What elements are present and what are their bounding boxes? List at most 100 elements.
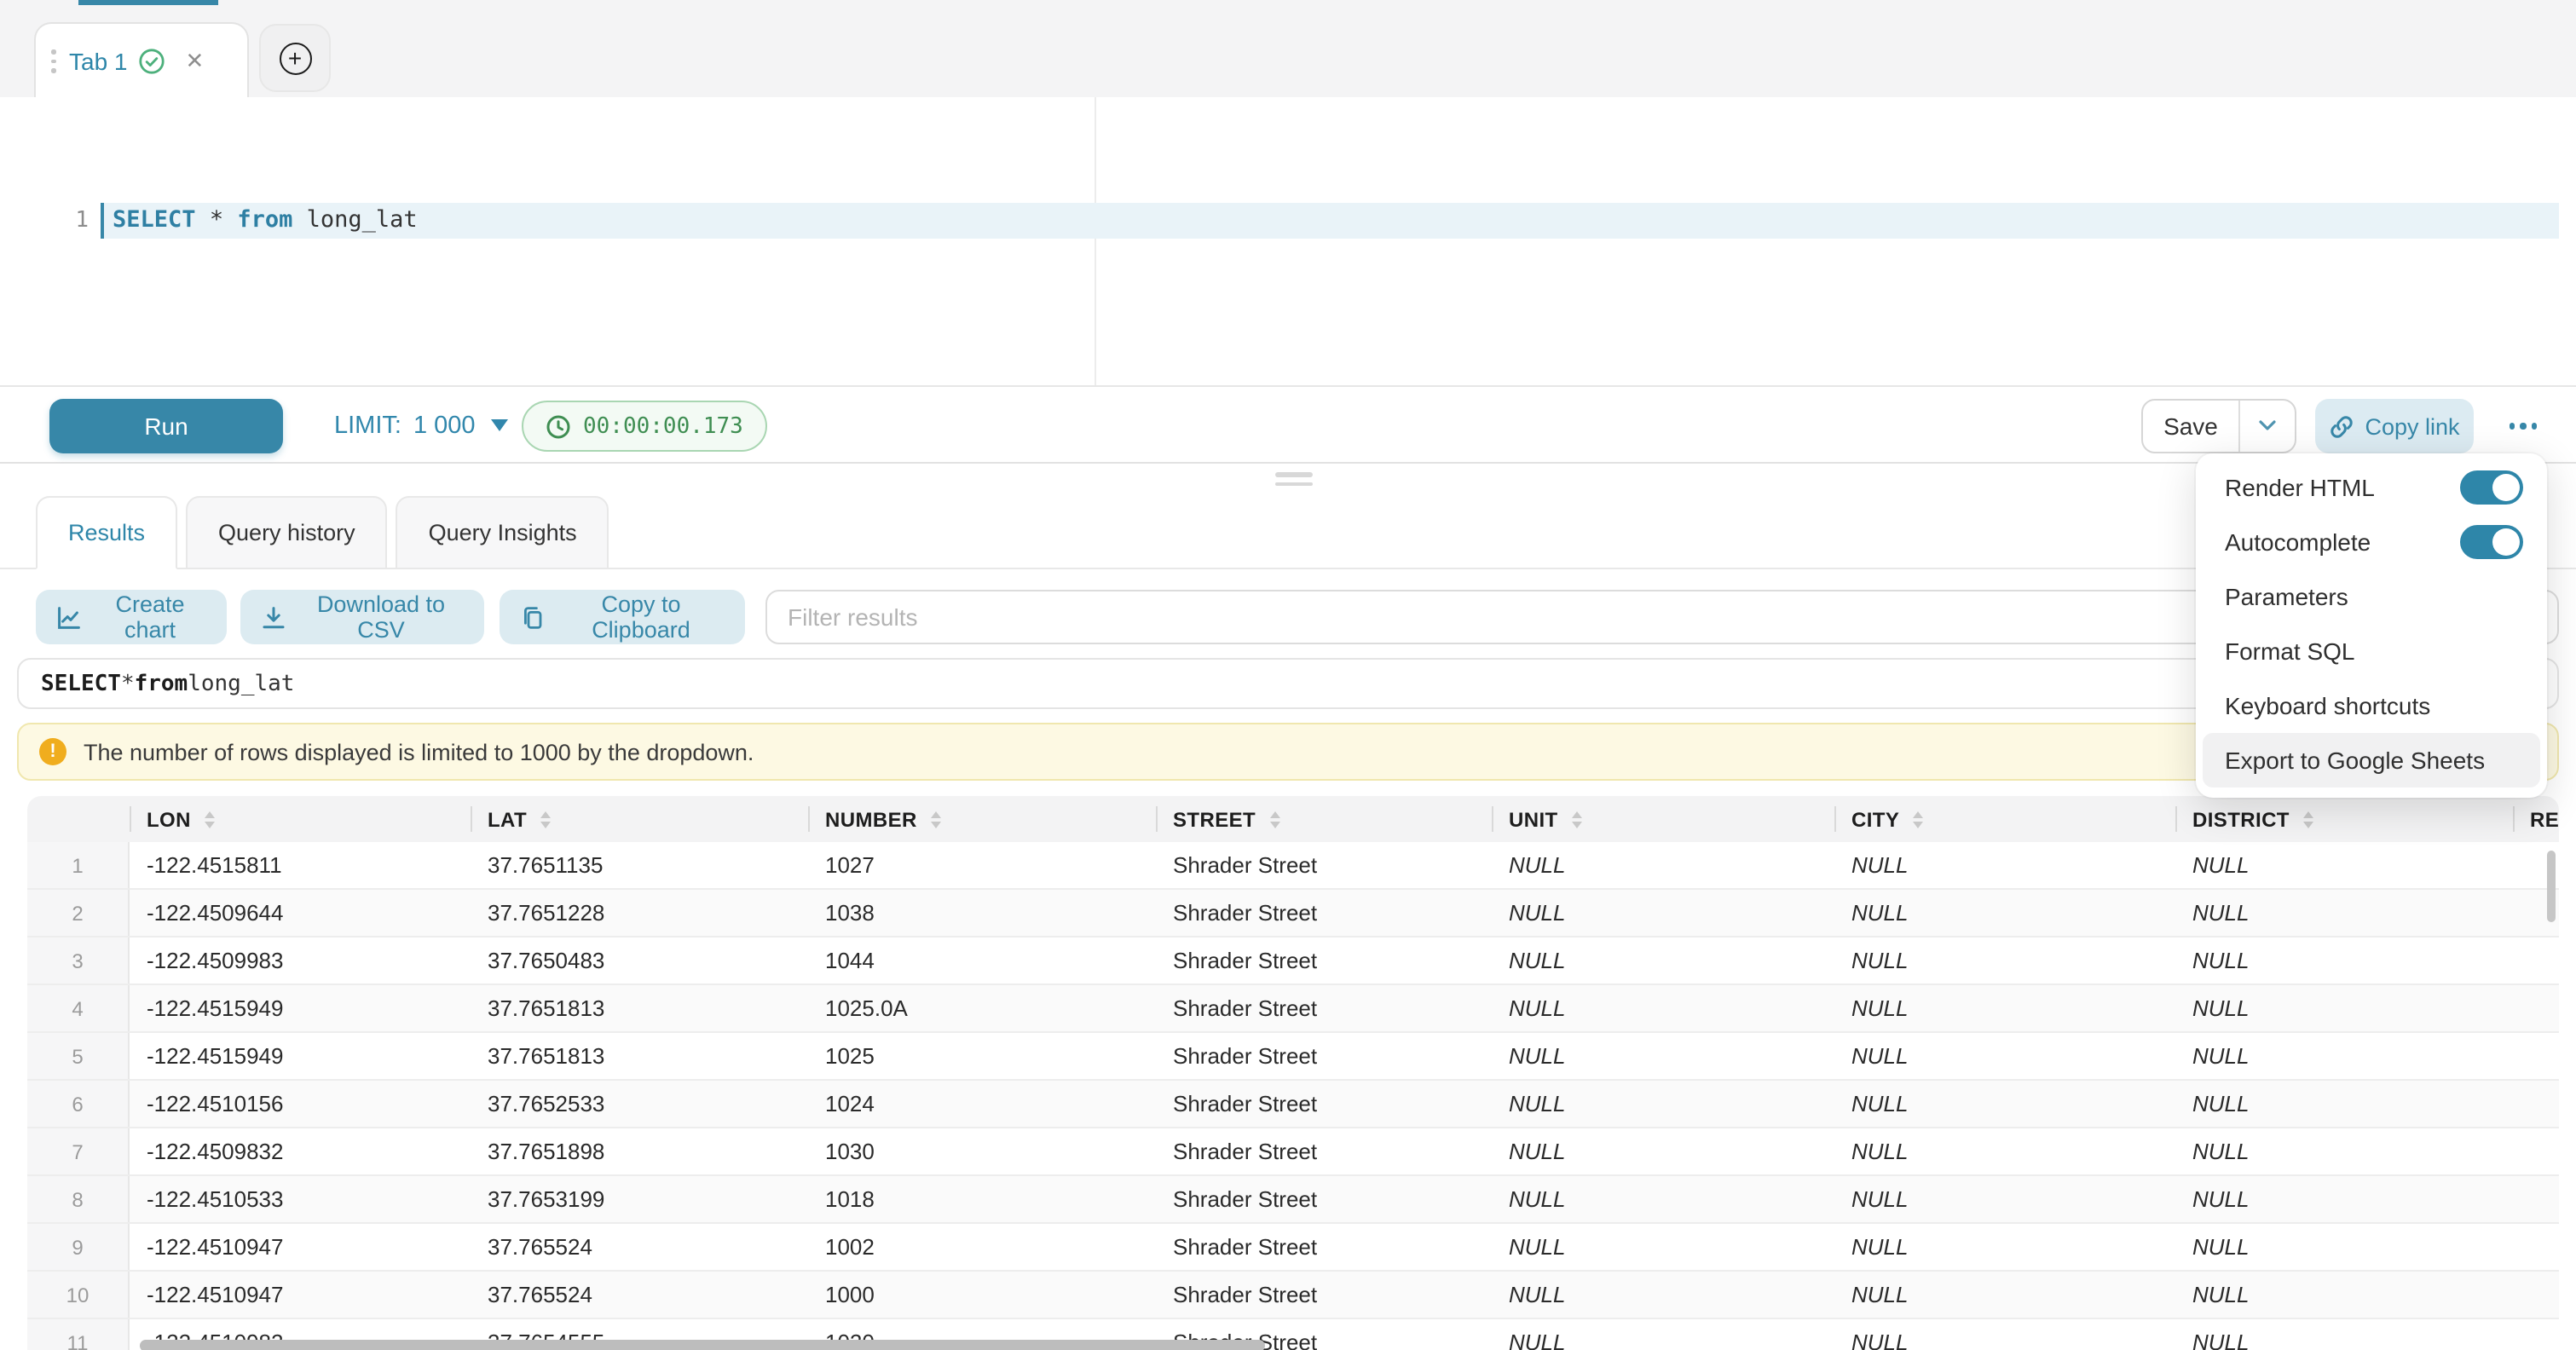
table-row[interactable]: 9-122.451094737.7655241002Shrader Street… (27, 1224, 2559, 1272)
table-header-row: LON LAT NUMBER STREET UNIT CITY DISTRICT… (27, 796, 2559, 842)
row-index: 7 (27, 1128, 130, 1174)
cell-number: 1000 (808, 1272, 1156, 1318)
vertical-scrollbar[interactable] (2547, 851, 2556, 922)
column-header-street[interactable]: STREET (1156, 796, 1492, 842)
table-row[interactable]: 3-122.450998337.76504831044Shrader Stree… (27, 938, 2559, 985)
cell-street: Shrader Street (1156, 1176, 1492, 1222)
cell-city: NULL (1834, 890, 2175, 936)
tab-drag-handle-icon[interactable] (51, 50, 55, 73)
new-tab-button[interactable]: + (259, 24, 331, 92)
warning-icon: ! (39, 738, 66, 765)
cell-re (2513, 938, 2559, 984)
column-header-number[interactable]: NUMBER (808, 796, 1156, 842)
sql-preview-bar: SELECT * from long_lat (17, 658, 2559, 709)
copy-clipboard-button[interactable]: Copy to Clipboard (500, 590, 745, 644)
menu-item-export-google-sheets[interactable]: Export to Google Sheets (2203, 733, 2540, 788)
sort-icon[interactable] (1572, 811, 1582, 828)
save-split-button: Save (2141, 399, 2296, 453)
chevron-down-icon (2257, 419, 2278, 433)
editor-cursor (101, 203, 104, 239)
save-button[interactable]: Save (2143, 401, 2238, 452)
copy-link-button[interactable]: Copy link (2315, 399, 2474, 453)
sort-icon[interactable] (205, 811, 215, 828)
cell-street: Shrader Street (1156, 1272, 1492, 1318)
cell-street: Shrader Street (1156, 1128, 1492, 1174)
autocomplete-toggle[interactable] (2460, 525, 2523, 559)
column-header-district[interactable]: DISTRICT (2175, 796, 2513, 842)
tab-results[interactable]: Results (36, 496, 177, 569)
cell-district: NULL (2175, 890, 2513, 936)
cell-street: Shrader Street (1156, 938, 1492, 984)
table-row[interactable]: 5-122.451594937.76518131025Shrader Stree… (27, 1033, 2559, 1081)
query-duration-badge: 00:00:00.173 (522, 401, 767, 452)
row-index: 6 (27, 1081, 130, 1127)
sql-code-editor[interactable]: 1 SELECT * from long_lat (0, 97, 2576, 385)
menu-item-parameters[interactable]: Parameters (2196, 569, 2547, 624)
cell-unit: NULL (1492, 985, 1834, 1031)
column-header-city[interactable]: CITY (1834, 796, 2175, 842)
table-row[interactable]: 10-122.451094737.7655241000Shrader Stree… (27, 1272, 2559, 1319)
tab-title: Tab 1 (69, 48, 128, 75)
cell-city: NULL (1834, 1033, 2175, 1079)
cell-street: Shrader Street (1156, 1033, 1492, 1079)
cell-city: NULL (1834, 1176, 2175, 1222)
editor-tab-strip: Tab 1 ✕ + (0, 0, 2576, 97)
panel-resize-handle[interactable] (1275, 472, 1313, 486)
cell-lat: 37.7651813 (471, 1033, 808, 1079)
chevron-down-icon (491, 419, 508, 431)
cell-number: 1038 (808, 890, 1156, 936)
cell-city: NULL (1834, 938, 2175, 984)
cell-re (2513, 1176, 2559, 1222)
tab-saved-check-icon (138, 48, 165, 75)
table-row[interactable]: 4-122.451594937.76518131025.0AShrader St… (27, 985, 2559, 1033)
row-index: 9 (27, 1224, 130, 1270)
sort-icon[interactable] (931, 811, 941, 828)
tab-close-icon[interactable]: ✕ (186, 48, 205, 75)
cell-lon: -122.4509983 (130, 938, 471, 984)
cell-unit: NULL (1492, 1272, 1834, 1318)
sort-icon[interactable] (1269, 811, 1279, 828)
cell-city: NULL (1834, 1272, 2175, 1318)
tab-query-history[interactable]: Query history (186, 496, 388, 569)
menu-item-format-sql[interactable]: Format SQL (2196, 624, 2547, 678)
run-toolbar: Run LIMIT: 1 000 00:00:00.173 Save Copy … (0, 385, 2576, 464)
editor-active-line-highlight (102, 203, 2559, 239)
save-options-button[interactable] (2238, 401, 2295, 452)
sort-icon[interactable] (2303, 811, 2313, 828)
menu-item-render-html[interactable]: Render HTML (2196, 460, 2547, 515)
sort-icon[interactable] (540, 811, 551, 828)
column-header-lon[interactable]: LON (130, 796, 471, 842)
cell-district: NULL (2175, 842, 2513, 888)
download-icon (261, 604, 286, 630)
table-row[interactable]: 2-122.450964437.76512281038Shrader Stree… (27, 890, 2559, 938)
cell-lat: 37.7651813 (471, 985, 808, 1031)
cell-number: 1044 (808, 938, 1156, 984)
sort-icon[interactable] (1913, 811, 1923, 828)
menu-item-autocomplete[interactable]: Autocomplete (2196, 515, 2547, 569)
table-row[interactable]: 1-122.451581137.76511351027Shrader Stree… (27, 842, 2559, 890)
cell-district: NULL (2175, 1081, 2513, 1127)
render-html-toggle[interactable] (2460, 470, 2523, 505)
column-header-region[interactable]: RE (2513, 796, 2559, 842)
more-options-button[interactable] (2492, 399, 2554, 453)
table-row[interactable]: 7-122.450983237.76518981030Shrader Stree… (27, 1128, 2559, 1176)
menu-item-keyboard-shortcuts[interactable]: Keyboard shortcuts (2196, 678, 2547, 733)
editor-code-line[interactable]: SELECT * from long_lat (113, 203, 418, 239)
cell-city: NULL (1834, 1319, 2175, 1350)
horizontal-scrollbar[interactable] (140, 1340, 1265, 1350)
download-csv-button[interactable]: Download to CSV (240, 590, 484, 644)
run-button[interactable]: Run (49, 399, 283, 453)
column-header-lat[interactable]: LAT (471, 796, 808, 842)
clipboard-icon (520, 604, 546, 630)
limit-dropdown[interactable]: LIMIT: 1 000 (334, 387, 508, 464)
cell-number: 1018 (808, 1176, 1156, 1222)
cell-unit: NULL (1492, 1224, 1834, 1270)
tab-query-insights[interactable]: Query Insights (396, 496, 609, 569)
editor-tab-tab1[interactable]: Tab 1 ✕ (34, 22, 249, 99)
table-row[interactable]: 8-122.451053337.76531991018Shrader Stree… (27, 1176, 2559, 1224)
create-chart-button[interactable]: Create chart (36, 590, 227, 644)
column-header-unit[interactable]: UNIT (1492, 796, 1834, 842)
cell-unit: NULL (1492, 842, 1834, 888)
cell-number: 1027 (808, 842, 1156, 888)
table-row[interactable]: 6-122.451015637.76525331024Shrader Stree… (27, 1081, 2559, 1128)
